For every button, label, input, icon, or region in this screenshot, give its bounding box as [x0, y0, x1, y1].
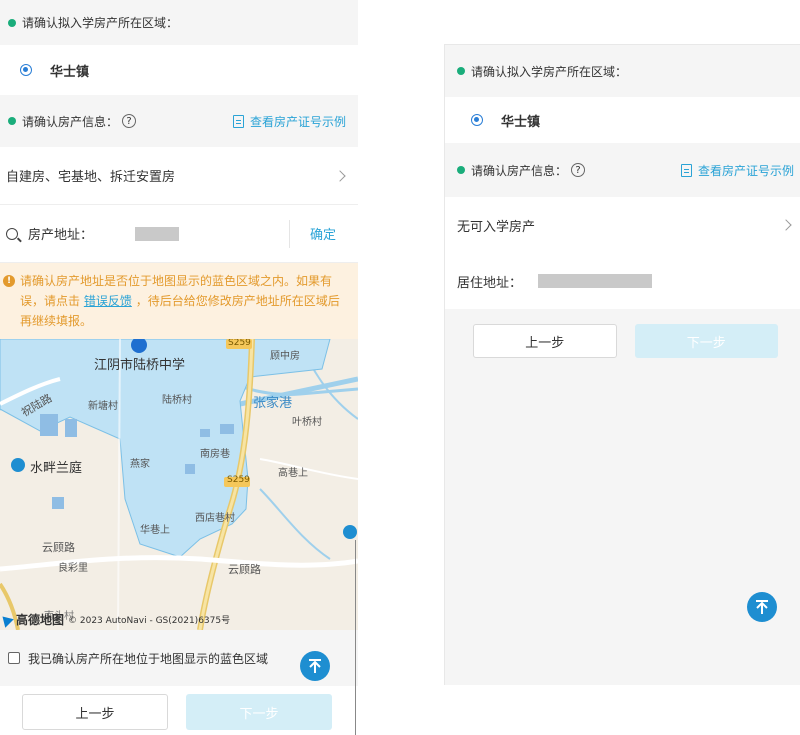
view-sample-link[interactable]: 查看房产证号示例 [232, 113, 346, 130]
green-dot-icon [457, 67, 465, 75]
map-label: 高巷上 [278, 468, 308, 479]
address-row: 房产地址： 确定 [0, 205, 358, 263]
agree-text: 我已确认房产所在地位于地图显示的蓝色区域 [28, 651, 269, 666]
right-button-row: 上一步 下一步 [445, 309, 800, 358]
map-copyright: © 2023 AutoNavi - GS(2021)6375号 [68, 616, 231, 626]
region-option-label: 华士镇 [50, 64, 90, 80]
next-button[interactable]: 下一步 [186, 694, 332, 730]
property-type-select[interactable]: 无可入学房产 [445, 197, 800, 253]
map-label: 良彩里 [58, 563, 88, 574]
back-to-top-icon [756, 600, 768, 614]
address-input-redacted[interactable] [135, 226, 180, 241]
property-type-value: 无可入学房产 [457, 219, 536, 235]
view-sample-label: 查看房产证号示例 [697, 163, 794, 178]
help-icon[interactable]: ? [122, 114, 137, 128]
radio-selected-icon[interactable] [20, 64, 32, 76]
region-section-header: 请确认拟入学房产所在区域： [445, 45, 800, 97]
divider [288, 219, 290, 248]
region-prompt: 请确认拟入学房产所在区域： [22, 16, 179, 30]
property-section-header: 请确认房产信息： ? 查看房产证号示例 [445, 143, 800, 197]
right-panel: 请确认拟入学房产所在区域： 华士镇 请确认房产信息： ? 查看房产证号示例 无可… [444, 44, 800, 685]
residence-label: 居住地址： [457, 275, 523, 291]
map-attribution: 高德地图 © 2023 AutoNavi - GS(2021)6375号 [0, 611, 230, 628]
search-icon [6, 227, 18, 240]
chevron-right-icon [780, 219, 792, 231]
green-dot-icon [8, 117, 16, 125]
green-dot-icon [8, 18, 16, 27]
back-to-top-button[interactable] [747, 592, 777, 622]
checkbox-icon[interactable] [8, 652, 20, 664]
view-sample-label: 查看房产证号示例 [249, 114, 346, 129]
map-label: 燕家 [130, 459, 150, 470]
map-label: S259 [227, 475, 250, 485]
map-label: 华巷上 [140, 525, 170, 536]
region-section-header: 请确认拟入学房产所在区域： [0, 0, 358, 45]
amap-logo-icon [0, 611, 14, 628]
map-label: 云顾路 [228, 563, 261, 576]
map-label: 云顾路 [42, 541, 75, 554]
region-option-row[interactable]: 华士镇 [0, 45, 358, 95]
property-prompt: 请确认房产信息： [22, 114, 119, 129]
green-dot-icon [457, 166, 465, 174]
next-button[interactable]: 下一步 [634, 324, 778, 358]
map-label: 新塘村 [88, 401, 118, 412]
help-icon[interactable]: ? [571, 163, 586, 177]
property-type-value: 自建房、宅基地、拆迁安置房 [6, 170, 176, 185]
map-label: 水畔兰庭 [30, 461, 83, 476]
residence-row: 居住地址： [445, 253, 800, 309]
residence-input-redacted[interactable] [538, 274, 653, 288]
left-panel: 请确认拟入学房产所在区域： 华士镇 请确认房产信息： ? 查看房产证号示例 自建… [0, 0, 358, 735]
region-prompt: 请确认拟入学房产所在区域： [471, 64, 628, 79]
warning-icon: ! [3, 275, 15, 287]
document-icon [680, 163, 692, 177]
map-label: 顾中房 [270, 351, 300, 362]
error-feedback-link[interactable]: 错误反馈 [84, 294, 132, 308]
radio-selected-icon[interactable] [471, 114, 483, 126]
back-to-top-button[interactable] [300, 651, 330, 681]
map-brand: 高德地图 [16, 613, 65, 627]
warning-banner: ! 请确认房产地址是否位于地图显示的蓝色区域之内。如果有误，请点击 错误反馈 ，… [0, 263, 358, 339]
screenshot-root: 请确认拟入学房产所在区域： 华士镇 请确认房产信息： ? 查看房产证号示例 自建… [0, 0, 800, 735]
property-type-select[interactable]: 自建房、宅基地、拆迁安置房 [0, 147, 358, 205]
back-to-top-icon [309, 659, 321, 673]
property-prompt: 请确认房产信息： [471, 163, 568, 178]
prev-button[interactable]: 上一步 [473, 324, 617, 358]
map-label: S259 [228, 339, 251, 348]
prev-button[interactable]: 上一步 [22, 694, 168, 730]
map-view[interactable]: S259 江阴市陆桥中学 顾中房 祝陆路 新塘村 陆桥村 张家港 叶桥村 水畔兰… [0, 339, 358, 630]
map-label: 江阴市陆桥中学 [94, 358, 186, 373]
region-option-label: 华士镇 [501, 114, 541, 130]
map-label: 南房巷 [200, 449, 230, 460]
left-button-row: 上一步 下一步 [0, 686, 358, 730]
region-option-row[interactable]: 华士镇 [445, 97, 800, 143]
document-icon [232, 114, 244, 128]
chevron-right-icon [334, 169, 346, 182]
map-graphic [0, 339, 358, 630]
map-label: 西店巷村 [195, 513, 235, 524]
view-sample-link[interactable]: 查看房产证号示例 [680, 162, 794, 179]
confirm-button[interactable]: 确定 [310, 224, 336, 243]
map-label: 张家港 [253, 396, 293, 411]
map-label: 陆桥村 [162, 395, 192, 406]
address-label: 房产地址： [28, 228, 94, 243]
property-section-header: 请确认房产信息： ? 查看房产证号示例 [0, 95, 358, 147]
map-label: 叶桥村 [292, 417, 322, 428]
divider [355, 540, 356, 735]
